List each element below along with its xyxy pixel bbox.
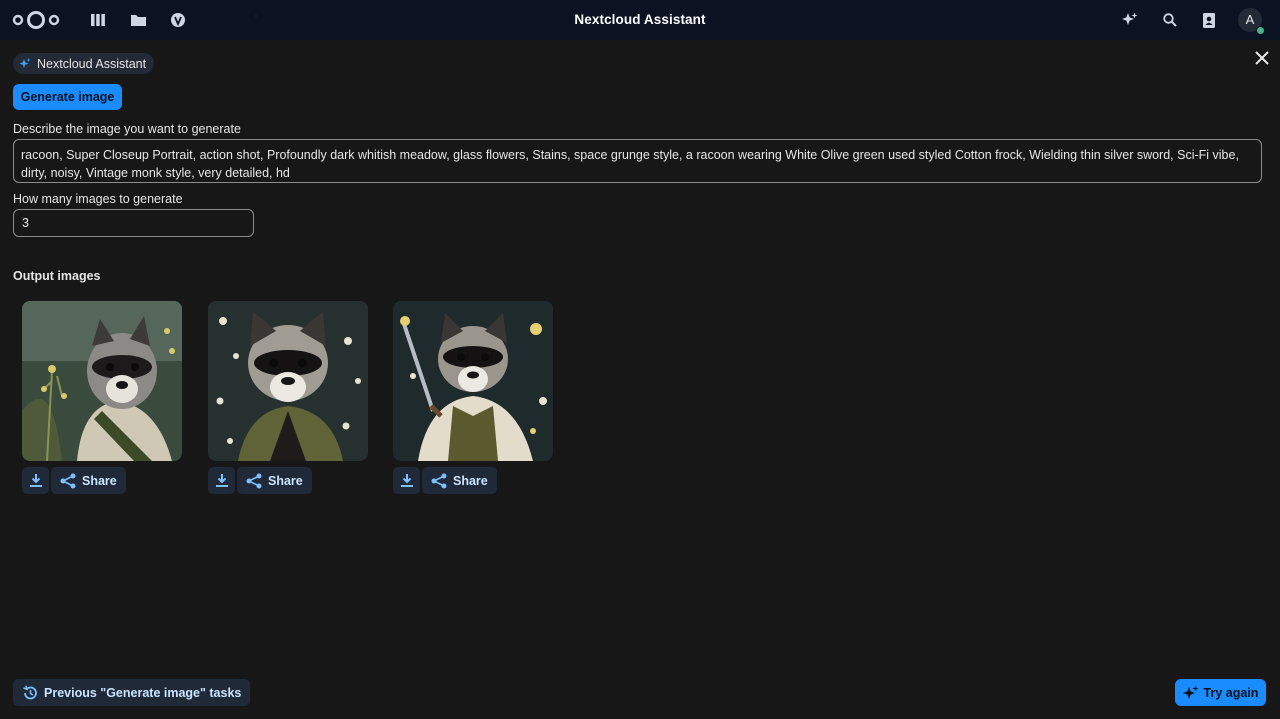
history-icon (23, 685, 37, 699)
search-icon[interactable] (1161, 11, 1179, 29)
share-icon (246, 473, 262, 488)
share-label: Share (268, 473, 303, 488)
prompt-input[interactable]: racoon, Super Closeup Portrait, action s… (13, 139, 1262, 183)
try-again-label: Try again (1203, 685, 1259, 700)
share-icon (431, 473, 447, 488)
download-icon (29, 474, 42, 487)
download-icon (215, 474, 228, 487)
prompt-label: Describe the image you want to generate (13, 122, 241, 136)
generate-image-task-button[interactable]: Generate image (13, 84, 122, 110)
share-button-2[interactable]: Share (237, 467, 312, 494)
share-icon (60, 473, 76, 488)
download-icon (400, 474, 413, 487)
count-label: How many images to generate (13, 192, 183, 206)
download-button-1[interactable] (22, 467, 49, 494)
image-count-input[interactable]: 3 (13, 209, 254, 237)
previous-tasks-label: Previous "Generate image" tasks (44, 685, 242, 700)
previous-tasks-button[interactable]: Previous "Generate image" tasks (13, 679, 251, 706)
share-button-3[interactable]: Share (422, 467, 497, 494)
assistant-chip: Nextcloud Assistant (13, 53, 155, 74)
app-title: Nextcloud Assistant (574, 12, 706, 27)
share-label: Share (82, 473, 117, 488)
download-button-2[interactable] (208, 467, 235, 494)
download-button-3[interactable] (393, 467, 420, 494)
assistant-icon[interactable] (1121, 11, 1139, 29)
output-image-3[interactable] (393, 301, 553, 461)
share-label: Share (453, 473, 488, 488)
assistant-sparkle-icon (1182, 685, 1199, 699)
output-image-1[interactable] (22, 301, 182, 461)
online-status-indicator (1256, 26, 1265, 35)
close-icon[interactable] (1252, 48, 1272, 68)
share-button-1[interactable]: Share (51, 467, 126, 494)
chip-label: Nextcloud Assistant (37, 56, 147, 71)
output-images-title: Output images (13, 269, 101, 283)
try-again-button[interactable]: Try again (1175, 679, 1266, 706)
sparkle-icon (19, 57, 31, 68)
contacts-icon[interactable] (1200, 11, 1218, 29)
top-header: Nextcloud Assistant A (0, 0, 1280, 40)
output-image-2[interactable] (208, 301, 368, 461)
